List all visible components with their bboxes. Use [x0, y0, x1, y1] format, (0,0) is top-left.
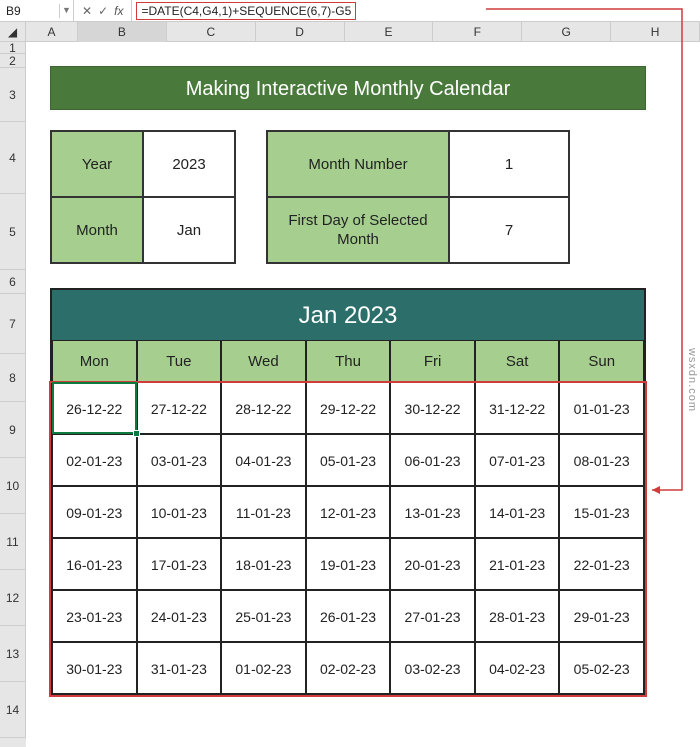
calendar-cell[interactable]: 08-01-23 — [559, 434, 644, 486]
calendar-cell[interactable]: 07-01-23 — [475, 434, 560, 486]
calendar-weekday-header: Mon Tue Wed Thu Fri Sat Sun — [50, 340, 646, 382]
calendar-cell[interactable]: 11-01-23 — [221, 486, 306, 538]
row-10[interactable]: 10 — [0, 458, 26, 514]
calendar-cell[interactable]: 29-01-23 — [559, 590, 644, 642]
calendar-cell[interactable]: 19-01-23 — [306, 538, 391, 590]
weekday-fri: Fri — [390, 340, 475, 382]
calendar-cell[interactable]: 15-01-23 — [559, 486, 644, 538]
first-day-label: First Day of Selected Month — [267, 197, 449, 263]
calendar-cell[interactable]: 22-01-23 — [559, 538, 644, 590]
calendar-cell[interactable]: 18-01-23 — [221, 538, 306, 590]
calendar-cell[interactable]: 30-01-23 — [52, 642, 137, 694]
col-E[interactable]: E — [345, 22, 434, 42]
calendar-cell[interactable]: 27-01-23 — [390, 590, 475, 642]
row-11[interactable]: 11 — [0, 514, 26, 570]
row-4[interactable]: 4 — [0, 122, 26, 194]
col-D[interactable]: D — [256, 22, 345, 42]
weekday-tue: Tue — [137, 340, 222, 382]
row-6[interactable]: 6 — [0, 270, 26, 294]
calendar-cell[interactable]: 01-02-23 — [221, 642, 306, 694]
calendar-cell[interactable]: 30-12-22 — [390, 382, 475, 434]
col-H[interactable]: H — [611, 22, 700, 42]
row-8[interactable]: 8 — [0, 354, 26, 402]
sheet-content: Making Interactive Monthly Calendar Year… — [26, 42, 700, 747]
fx-icon[interactable]: fx — [114, 4, 123, 18]
calendar-cell[interactable]: 28-12-22 — [221, 382, 306, 434]
calendar-cell[interactable]: 26-12-22 — [52, 382, 137, 434]
page-title: Making Interactive Monthly Calendar — [50, 66, 646, 110]
calendar-cell[interactable]: 25-01-23 — [221, 590, 306, 642]
weekday-thu: Thu — [306, 340, 391, 382]
calendar-cell[interactable]: 29-12-22 — [306, 382, 391, 434]
calendar-cell[interactable]: 16-01-23 — [52, 538, 137, 590]
row-13[interactable]: 13 — [0, 626, 26, 682]
calendar-cell[interactable]: 26-01-23 — [306, 590, 391, 642]
calendar-cell[interactable]: 04-01-23 — [221, 434, 306, 486]
calendar-title: Jan 2023 — [50, 288, 646, 340]
row-9[interactable]: 9 — [0, 402, 26, 458]
year-label: Year — [51, 131, 143, 197]
params-left-table: Year 2023 Month Jan — [50, 130, 236, 264]
calendar-cell[interactable]: 06-01-23 — [390, 434, 475, 486]
calendar-cell[interactable]: 10-01-23 — [137, 486, 222, 538]
row-2[interactable]: 2 — [0, 54, 26, 68]
weekday-sat: Sat — [475, 340, 560, 382]
row-headers: 1 2 3 4 5 6 7 8 9 10 11 12 13 14 — [0, 42, 26, 747]
row-7[interactable]: 7 — [0, 294, 26, 354]
row-3[interactable]: 3 — [0, 68, 26, 122]
calendar-cell[interactable]: 23-01-23 — [52, 590, 137, 642]
calendar-cell[interactable]: 20-01-23 — [390, 538, 475, 590]
calendar-cell[interactable]: 31-01-23 — [137, 642, 222, 694]
calendar-cell[interactable]: 13-01-23 — [390, 486, 475, 538]
row-14[interactable]: 14 — [0, 682, 26, 738]
column-headers: ◢ A B C D E F G H — [0, 22, 700, 42]
calendar-cell[interactable]: 14-01-23 — [475, 486, 560, 538]
month-value[interactable]: Jan — [143, 197, 235, 263]
calendar-cell[interactable]: 03-02-23 — [390, 642, 475, 694]
watermark: wsxdn.com — [686, 348, 698, 412]
row-12[interactable]: 12 — [0, 570, 26, 626]
params-right-table: Month Number 1 First Day of Selected Mon… — [266, 130, 570, 264]
col-G[interactable]: G — [522, 22, 611, 42]
col-B[interactable]: B — [78, 22, 167, 42]
calendar-cell[interactable]: 12-01-23 — [306, 486, 391, 538]
weekday-mon: Mon — [52, 340, 137, 382]
calendar-cell[interactable]: 01-01-23 — [559, 382, 644, 434]
enter-icon[interactable]: ✓ — [98, 4, 108, 18]
col-C[interactable]: C — [167, 22, 256, 42]
calendar-cell[interactable]: 04-02-23 — [475, 642, 560, 694]
weekday-sun: Sun — [559, 340, 644, 382]
row-5[interactable]: 5 — [0, 194, 26, 270]
calendar-cell[interactable]: 05-02-23 — [559, 642, 644, 694]
calendar-cell[interactable]: 09-01-23 — [52, 486, 137, 538]
calendar-cell[interactable]: 27-12-22 — [137, 382, 222, 434]
year-value[interactable]: 2023 — [143, 131, 235, 197]
formula-bar: B9 ▼ ✕ ✓ fx =DATE(C4,G4,1)+SEQUENCE(6,7)… — [0, 0, 700, 22]
month-number-label: Month Number — [267, 131, 449, 197]
first-day-value[interactable]: 7 — [449, 197, 569, 263]
name-box[interactable]: B9 — [0, 4, 60, 18]
calendar-cell[interactable]: 02-02-23 — [306, 642, 391, 694]
calendar-body: 26-12-2227-12-2228-12-2229-12-2230-12-22… — [50, 382, 646, 696]
month-number-value[interactable]: 1 — [449, 131, 569, 197]
calendar-cell[interactable]: 31-12-22 — [475, 382, 560, 434]
month-label: Month — [51, 197, 143, 263]
calendar-cell[interactable]: 05-01-23 — [306, 434, 391, 486]
calendar-cell[interactable]: 02-01-23 — [52, 434, 137, 486]
col-A[interactable]: A — [26, 22, 78, 42]
col-F[interactable]: F — [433, 22, 522, 42]
cancel-icon[interactable]: ✕ — [82, 4, 92, 18]
calendar-cell[interactable]: 24-01-23 — [137, 590, 222, 642]
select-all-corner[interactable]: ◢ — [0, 22, 26, 42]
calendar-cell[interactable]: 17-01-23 — [137, 538, 222, 590]
formula-input[interactable]: =DATE(C4,G4,1)+SEQUENCE(6,7)-G5 — [136, 2, 356, 20]
weekday-wed: Wed — [221, 340, 306, 382]
fill-handle[interactable] — [133, 430, 140, 437]
calendar-cell[interactable]: 21-01-23 — [475, 538, 560, 590]
name-box-dropdown[interactable]: ▼ — [60, 0, 74, 21]
calendar-cell[interactable]: 28-01-23 — [475, 590, 560, 642]
row-1[interactable]: 1 — [0, 42, 26, 54]
calendar-cell[interactable]: 03-01-23 — [137, 434, 222, 486]
